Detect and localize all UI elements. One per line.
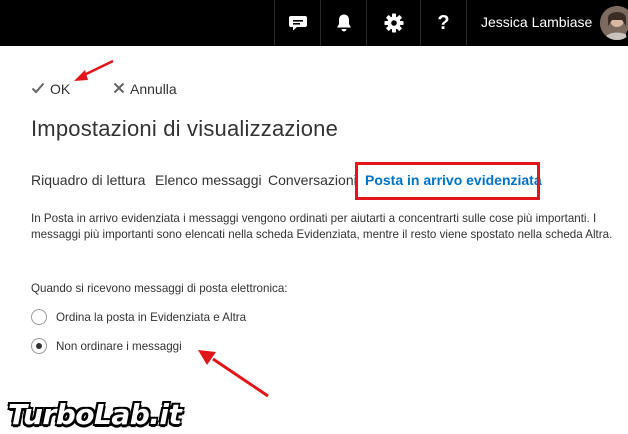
bell-icon	[335, 13, 353, 33]
help-button[interactable]: ?	[420, 0, 466, 46]
option-sort-focused[interactable]: Ordina la posta in Evidenziata e Altra	[31, 308, 246, 326]
arrow-to-ok	[74, 59, 114, 81]
watermark-logo: TurboLab.it	[8, 398, 182, 431]
checkmark-icon	[31, 81, 50, 97]
avatar	[600, 6, 628, 40]
radio-button[interactable]	[31, 309, 47, 325]
cancel-label: Annulla	[130, 81, 177, 97]
chat-icon	[288, 13, 308, 33]
user-name: Jessica Lambiase	[481, 14, 593, 30]
arrow-to-option	[198, 350, 269, 398]
cancel-button[interactable]: Annulla	[113, 79, 177, 99]
tab-conversations[interactable]: Conversazioni	[268, 172, 357, 188]
page-title: Impostazioni di visualizzazione	[31, 116, 339, 141]
tab-message-list[interactable]: Elenco messaggi	[155, 172, 262, 188]
chat-button[interactable]	[274, 0, 320, 46]
notifications-button[interactable]	[320, 0, 366, 46]
gear-icon	[384, 13, 404, 33]
radio-button-selected[interactable]	[31, 338, 47, 354]
ok-label: OK	[50, 81, 71, 97]
highlight-box	[355, 162, 540, 200]
settings-button[interactable]	[366, 0, 420, 46]
user-menu[interactable]: Jessica Lambiase	[466, 0, 628, 46]
top-bar: ? Jessica Lambiase	[0, 0, 628, 46]
option-dont-sort[interactable]: Non ordinare i messaggi	[31, 337, 182, 355]
tab-reading-pane[interactable]: Riquadro di lettura	[31, 172, 145, 188]
option-label: Non ordinare i messaggi	[56, 339, 182, 353]
question-label: Quando si ricevono messaggi di posta ele…	[31, 282, 288, 295]
close-icon	[113, 81, 130, 97]
option-label: Ordina la posta in Evidenziata e Altra	[56, 310, 247, 324]
description: In Posta in arrivo evidenziata i messagg…	[31, 212, 613, 241]
ok-button[interactable]: OK	[31, 79, 70, 99]
help-icon: ?	[437, 11, 450, 34]
